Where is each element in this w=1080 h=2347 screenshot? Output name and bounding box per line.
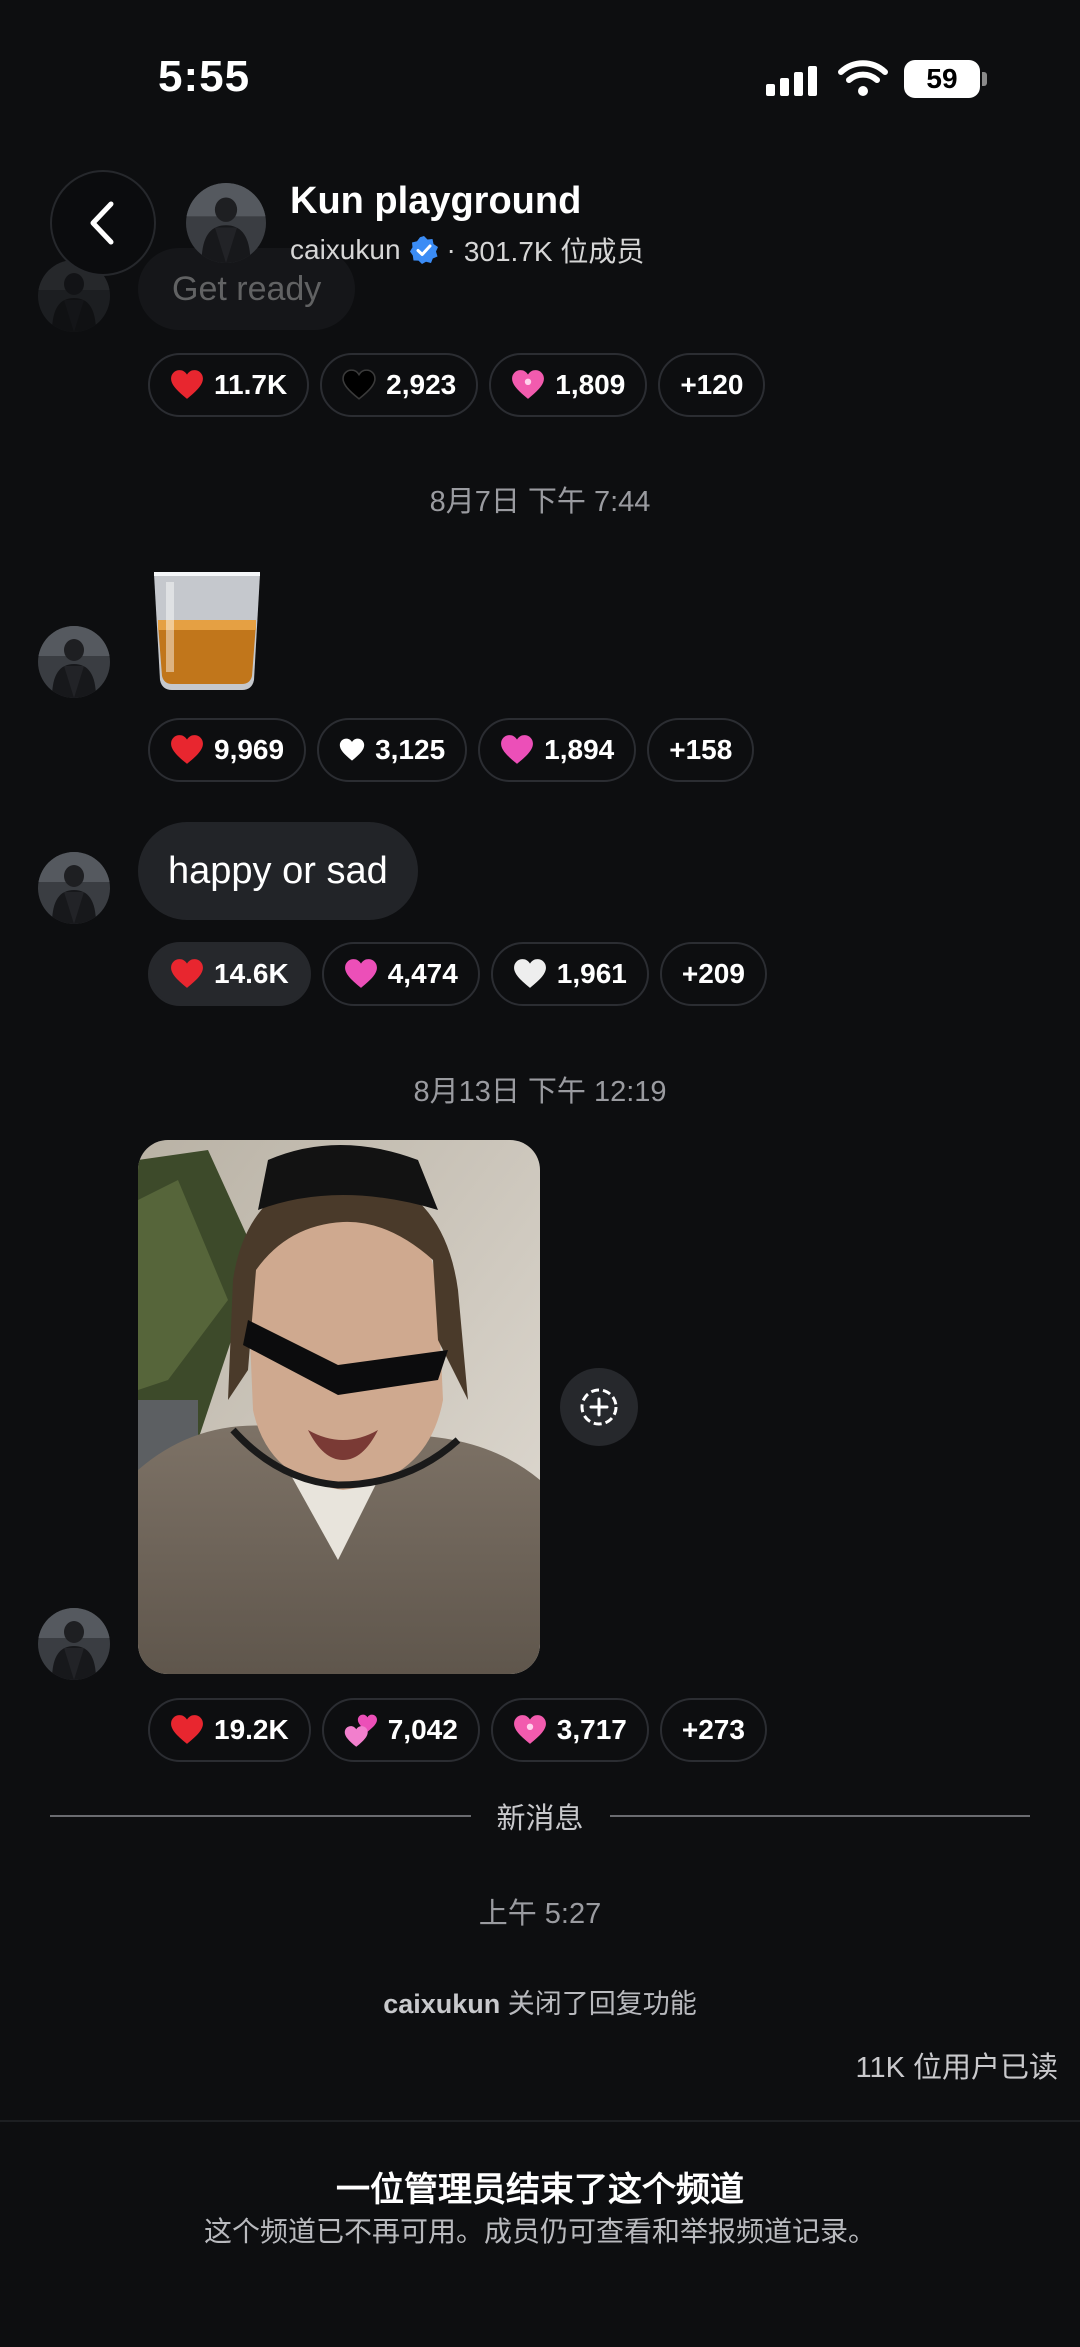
date-separator: 8月7日 下午 7:44 — [429, 486, 651, 518]
red-heart-icon — [170, 368, 204, 402]
more-reactions-count: +120 — [680, 369, 744, 400]
footer-divider — [0, 2120, 1080, 2122]
reaction-count: 7,042 — [387, 1714, 458, 1745]
chat-screen: 5:55 59 Get ready Kun playground caixuku… — [0, 0, 1080, 2347]
more-reactions-button[interactable]: +120 — [658, 353, 766, 417]
reaction-red-heart[interactable]: 11.7K — [148, 353, 310, 417]
reaction-pink-heart[interactable]: 1,894 — [478, 718, 637, 782]
reaction-count: 11.7K — [214, 369, 288, 400]
sender-avatar[interactable] — [38, 1608, 110, 1680]
verified-badge-icon — [409, 236, 438, 264]
sparkling-heart-icon — [511, 368, 545, 402]
channel-ended-subtitle: 这个频道已不再可用。成员仍可查看和举报频道记录。 — [203, 2216, 876, 2247]
two-hearts-icon — [344, 1713, 378, 1747]
reaction-count: 2,923 — [386, 369, 457, 400]
system-message-user: caixukun — [383, 1989, 501, 2019]
reaction-bar: 14.6K 4,474 1,961 +209 — [148, 942, 767, 1006]
new-messages-divider: 新消息 — [50, 1796, 1031, 1836]
system-message-text: 关闭了回复功能 — [500, 1989, 697, 2019]
reaction-red-heart-selected[interactable]: 14.6K — [148, 942, 311, 1006]
battery-tip — [982, 72, 987, 86]
reaction-two-hearts[interactable]: 7,042 — [321, 1698, 480, 1762]
reaction-bar: 11.7K 2,923 1,809 +120 — [148, 353, 766, 417]
photo-message[interactable] — [138, 1140, 540, 1674]
photo-image — [138, 1140, 540, 1674]
divider-line — [50, 1815, 471, 1817]
reaction-count: 3,125 — [375, 734, 446, 765]
channel-ended-title: 一位管理员结束了这个频道 — [336, 2171, 744, 2209]
pink-heart-icon — [344, 957, 378, 991]
reaction-sparkling-heart[interactable]: 1,809 — [489, 353, 648, 417]
tumbler-glass-emoji[interactable] — [148, 568, 266, 692]
subtitle-separator: · — [446, 234, 456, 265]
channel-title[interactable]: Kun playground — [290, 180, 581, 223]
wifi-icon — [838, 60, 888, 96]
divider-line — [609, 1815, 1031, 1817]
more-reactions-button[interactable]: +273 — [659, 1698, 767, 1762]
red-heart-icon — [170, 1713, 204, 1747]
system-message: caixukun 关闭了回复功能 — [0, 1982, 1080, 2021]
member-count: 301.7K 位成员 — [463, 236, 645, 267]
black-heart-icon — [342, 368, 376, 402]
reaction-red-heart[interactable]: 19.2K — [148, 1698, 311, 1762]
more-reactions-count: +273 — [681, 1714, 745, 1745]
new-messages-label: 新消息 — [496, 1803, 584, 1835]
reaction-count: 4,474 — [387, 958, 458, 989]
reaction-pink-heart[interactable]: 4,474 — [321, 942, 480, 1006]
reaction-count: 3,717 — [556, 1714, 627, 1745]
sender-avatar[interactable] — [38, 852, 110, 924]
reaction-white-heart[interactable]: 3,125 — [317, 718, 468, 782]
add-circle-icon — [580, 1388, 618, 1426]
back-button[interactable] — [50, 170, 156, 276]
date-separator: 8月13日 下午 12:19 — [413, 1076, 667, 1108]
red-heart-icon — [170, 733, 204, 767]
reaction-red-heart[interactable]: 9,969 — [148, 718, 307, 782]
message-bubble[interactable]: happy or sad — [138, 822, 418, 920]
chevron-left-icon — [90, 201, 114, 245]
battery-indicator: 59 — [904, 60, 980, 98]
sender-avatar[interactable] — [38, 626, 110, 698]
white-heart-icon — [339, 737, 365, 763]
reaction-count: 1,809 — [555, 369, 626, 400]
reaction-count: 19.2K — [214, 1714, 289, 1745]
cellular-signal-icon — [766, 66, 817, 96]
read-receipt-count[interactable]: 11K 位用户已读 — [855, 2044, 1058, 2086]
reaction-count: 1,894 — [544, 734, 615, 765]
channel-subtitle[interactable]: caixukun · 301.7K 位成员 — [290, 230, 644, 270]
pink-heart-icon — [500, 733, 534, 767]
save-to-collection-button[interactable] — [560, 1368, 638, 1446]
reaction-bar: 19.2K 7,042 3,717 +273 — [148, 1698, 767, 1762]
more-reactions-count: +158 — [669, 734, 733, 765]
system-timestamp: 上午 5:27 — [478, 1898, 602, 1930]
reaction-white-heart[interactable]: 1,961 — [490, 942, 649, 1006]
status-bar: 5:55 59 — [0, 0, 1080, 150]
more-reactions-button[interactable]: +209 — [659, 942, 767, 1006]
reaction-bar: 9,969 3,125 1,894 +158 — [148, 718, 755, 782]
reaction-count: 14.6K — [214, 958, 289, 989]
sparkling-heart-icon — [513, 1713, 547, 1747]
reaction-black-heart[interactable]: 2,923 — [320, 353, 479, 417]
red-heart-icon — [170, 957, 204, 991]
reaction-sparkling-heart[interactable]: 3,717 — [490, 1698, 649, 1762]
more-reactions-button[interactable]: +158 — [647, 718, 755, 782]
reaction-count: 1,961 — [556, 958, 627, 989]
more-reactions-count: +209 — [681, 958, 745, 989]
reaction-count: 9,969 — [214, 734, 285, 765]
status-time: 5:55 — [158, 52, 251, 101]
channel-owner-username: caixukun — [290, 234, 401, 265]
white-heart-icon — [513, 957, 547, 991]
channel-avatar[interactable] — [186, 183, 266, 263]
